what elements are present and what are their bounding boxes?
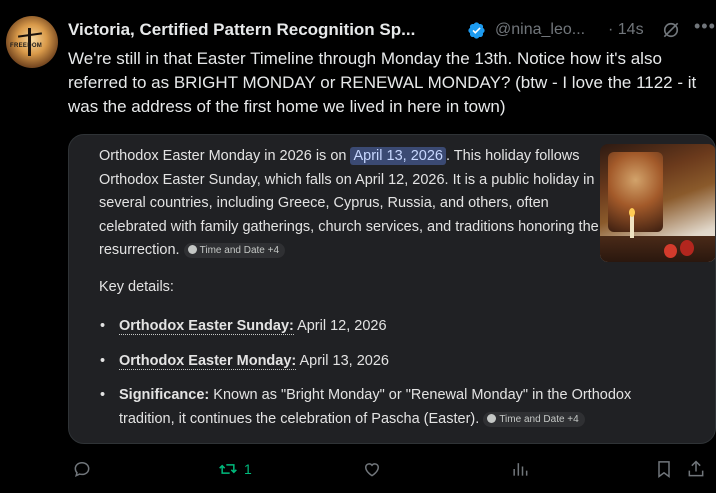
- source-chip[interactable]: Time and Date +4: [183, 243, 286, 258]
- views-icon: [513, 463, 528, 476]
- bookmark-button[interactable]: [654, 456, 674, 482]
- time-value: 14s: [617, 21, 644, 38]
- detail-value: April 13, 2026: [296, 352, 389, 369]
- bookmark-icon: [658, 461, 670, 478]
- views-button[interactable]: [510, 456, 536, 482]
- reply-button[interactable]: [72, 456, 98, 482]
- author-handle[interactable]: @nina_leo...: [495, 21, 585, 39]
- image-egg: [664, 244, 677, 258]
- source-favicon-icon: [487, 413, 497, 423]
- source-favicon-icon: [187, 245, 197, 254]
- list-item: Orthodox Easter Sunday: April 12, 2026: [99, 315, 679, 339]
- heart-icon: [364, 463, 380, 477]
- grok-slash-icon[interactable]: [661, 20, 681, 40]
- list-item: Significance: Known as "Bright Monday" o…: [99, 384, 679, 431]
- post-header: Victoria, Certified Pattern Recognition …: [68, 16, 715, 44]
- image-table: [600, 236, 715, 262]
- card-image: [600, 144, 715, 262]
- time-separator: ·: [608, 21, 614, 38]
- avatar-text: FREEDOM: [10, 43, 43, 49]
- source-chip-label: Time and Date +4: [199, 245, 280, 256]
- avatar[interactable]: FREEDOM: [6, 16, 58, 68]
- verified-badge-icon[interactable]: [467, 21, 486, 40]
- like-button[interactable]: [362, 456, 388, 482]
- action-bar: 1: [68, 456, 708, 486]
- reply-icon: [74, 461, 90, 478]
- key-details-heading: Key details:: [99, 279, 174, 295]
- repost-button[interactable]: 1: [218, 456, 252, 482]
- source-chip[interactable]: Time and Date +4: [483, 411, 585, 427]
- avatar-figure: [28, 28, 31, 56]
- source-chip-label: Time and Date +4: [499, 413, 579, 425]
- image-flame: [629, 208, 635, 217]
- repost-count: 1: [244, 461, 252, 477]
- repost-icon: [219, 464, 237, 474]
- intro-after: . This holiday follows Orthodox Easter S…: [99, 148, 599, 258]
- detail-label[interactable]: Orthodox Easter Monday:: [119, 352, 297, 370]
- post-time[interactable]: · 14s: [608, 21, 644, 39]
- intro-highlight: April 13, 2026: [350, 147, 446, 165]
- detail-label: Significance:: [119, 387, 210, 403]
- details-list: Orthodox Easter Sunday: April 12, 2026 O…: [99, 315, 679, 442]
- image-egg: [680, 240, 694, 256]
- share-button[interactable]: [686, 456, 706, 482]
- share-icon: [688, 460, 704, 477]
- image-candle: [630, 216, 634, 238]
- detail-value: April 12, 2026: [293, 318, 387, 334]
- detail-label[interactable]: Orthodox Easter Sunday:: [119, 318, 294, 335]
- image-icon-painting: [608, 152, 663, 232]
- card-intro: Orthodox Easter Monday in 2026 is on Apr…: [99, 145, 599, 263]
- more-options-icon[interactable]: •••: [694, 16, 716, 37]
- post-text: We're still in that Easter Timeline thro…: [68, 49, 697, 116]
- author-name[interactable]: Victoria, Certified Pattern Recognition …: [68, 20, 415, 40]
- ai-answer-card: Orthodox Easter Monday in 2026 is on Apr…: [68, 134, 716, 444]
- intro-before: Orthodox Easter Monday in 2026 is on: [99, 148, 351, 164]
- list-item: Orthodox Easter Monday: April 13, 2026: [99, 350, 679, 374]
